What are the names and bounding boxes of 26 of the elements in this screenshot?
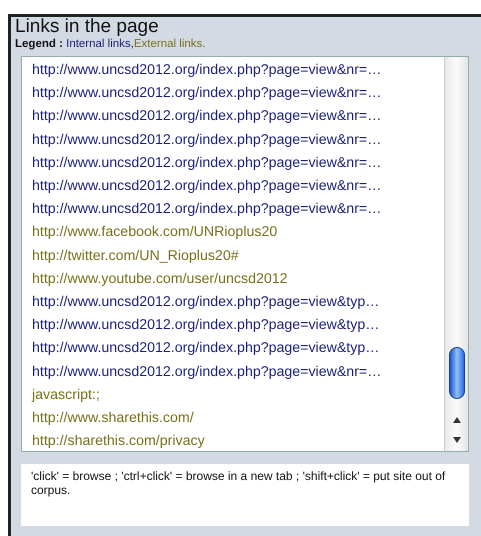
legend-item: External links. — [134, 38, 206, 50]
panel-title: Links in the page — [15, 17, 160, 37]
link-item[interactable]: http://www.facebook.com/UNRioplus20 — [32, 221, 278, 245]
link-item[interactable]: http://www.uncsd2012.org/index.php?page=view&typ… — [32, 337, 380, 361]
link-item[interactable]: http://www.youtube.com/user/uncsd2012 — [32, 268, 288, 292]
link-item[interactable]: http://www.uncsd2012.org/index.php?page=view&nr=… — [32, 360, 382, 384]
help-text: 'click' = browse ; 'ctrl+click' = browse in a new tab ; 'shift+click' = put site out of corpus. — [21, 464, 469, 526]
link-item[interactable]: javascript:; — [32, 384, 100, 408]
link-item[interactable]: http://www.uncsd2012.org/index.php?page=view&nr=… — [32, 59, 382, 82]
link-item[interactable]: http://sharethis.com/privacy — [32, 430, 205, 454]
scrollbar[interactable] — [444, 57, 468, 451]
link-item[interactable]: http://www.uncsd2012.org/index.php?page=view&nr=… — [32, 175, 382, 198]
link-item[interactable]: http://www.uncsd2012.org/index.php?page=view&nr=… — [32, 82, 382, 106]
link-item[interactable]: http://www.uncsd2012.org/index.php?page=view&nr=… — [32, 128, 382, 152]
link-item[interactable]: http://www.uncsd2012.org/index.php?page=view&typ… — [32, 314, 380, 338]
link-item[interactable]: http://www.uncsd2012.org/index.php?page=view&nr=… — [32, 105, 382, 129]
scroll-up-icon[interactable] — [450, 415, 462, 425]
link-item[interactable]: http://twitter.com/UN_Rioplus20# — [32, 244, 239, 268]
scroll-down-icon[interactable] — [450, 435, 462, 445]
scroll-thumb[interactable] — [449, 347, 465, 399]
link-item[interactable]: http://www.uncsd2012.org/index.php?page=view&typ… — [32, 291, 380, 314]
link-item[interactable]: http://www.sharethis.com/ — [32, 407, 194, 430]
legend-item: Internal links, — [66, 38, 134, 50]
legend-label: Legend : — [15, 38, 63, 50]
link-item[interactable]: http://www.uncsd2012.org/index.php?page=view&nr=… — [32, 152, 382, 176]
link-item[interactable]: http://www.uncsd2012.org/index.php?page=view&nr=… — [32, 198, 382, 222]
